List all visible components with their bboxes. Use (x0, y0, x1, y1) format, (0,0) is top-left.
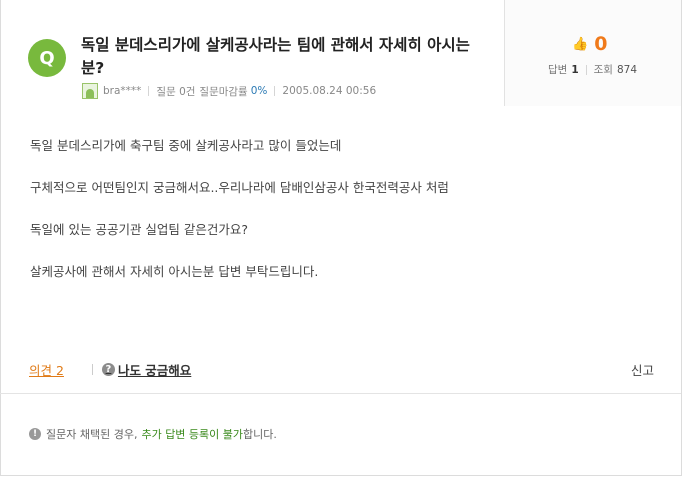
question-mark-icon: ? (101, 362, 115, 376)
exclamation-icon: ! (29, 428, 41, 440)
question-actions: 의견 2 ? 나도 궁금해요 신고 (29, 360, 654, 378)
notice-highlight: 추가 답변 등록이 불가 (141, 428, 244, 441)
question-date: 2005.08.24 00:56 (282, 85, 377, 97)
author-name[interactable]: bra**** (103, 85, 141, 97)
avatar-icon[interactable] (82, 83, 98, 99)
section-divider (0, 393, 681, 394)
answer-view-counts: 답변 1 조회 874 (548, 62, 637, 77)
report-link[interactable]: 신고 (631, 360, 654, 379)
score-value: 0 (594, 33, 608, 55)
body-paragraph: 살케공사에 관해서 자세히 아시는분 답변 부탁드립니다. (30, 264, 319, 279)
question-title: 독일 분데스리가에 살케공사라는 팀에 관해서 자세히 아시는분? (81, 36, 470, 77)
question-count: 질문 0건 (156, 85, 196, 98)
selection-notice: ! 질문자 채택된 경우, 추가 답변 등록이 불가 합니다. (29, 426, 277, 442)
question-body: 독일 분데스리가에 축구팀 중에 살케공사라고 많이 들었는데 구체적으로 어떤… (30, 138, 630, 306)
body-paragraph: 독일에 있는 공공기관 실업팀 같은건가요? (30, 222, 249, 237)
question-meta: bra**** 질문 0건 질문마감률 0% 2005.08.24 00:56 (82, 83, 376, 99)
notice-prefix: 질문자 채택된 경우, (46, 428, 138, 441)
opinion-link[interactable]: 의견 2 (29, 360, 64, 379)
thumbs-up-icon: 👍 (572, 36, 589, 52)
answer-count: 1 (571, 63, 579, 76)
close-rate-label: 질문마감률 (199, 85, 248, 98)
body-paragraph: 독일 분데스리가에 축구팀 중에 살케공사라고 많이 들었는데 (30, 138, 342, 153)
body-paragraph: 구체적으로 어떤팀인지 궁금해서요..우리나라에 담배인삼공사 한국전력공사 처… (30, 180, 449, 195)
meta-divider (274, 86, 276, 96)
view-count: 874 (616, 63, 638, 76)
close-rate-value: 0% (250, 85, 268, 97)
opinion-count: 2 (56, 362, 64, 378)
view-label: 조회 (593, 64, 613, 76)
me-too-curious-button[interactable]: ? 나도 궁금해요 (101, 360, 192, 379)
action-divider (91, 363, 93, 375)
me-too-curious-label: 나도 궁금해요 (117, 362, 192, 378)
score: 👍 0 (572, 33, 607, 55)
count-divider (585, 64, 587, 75)
meta-divider (148, 86, 150, 96)
answer-label: 답변 (548, 64, 568, 76)
question-badge-icon: Q (28, 39, 66, 77)
opinion-label: 의견 (29, 362, 53, 378)
notice-suffix: 합니다. (243, 428, 277, 441)
question-header: Q 독일 분데스리가에 살케공사라는 팀에 관해서 자세히 아시는분? bra*… (0, 0, 681, 107)
